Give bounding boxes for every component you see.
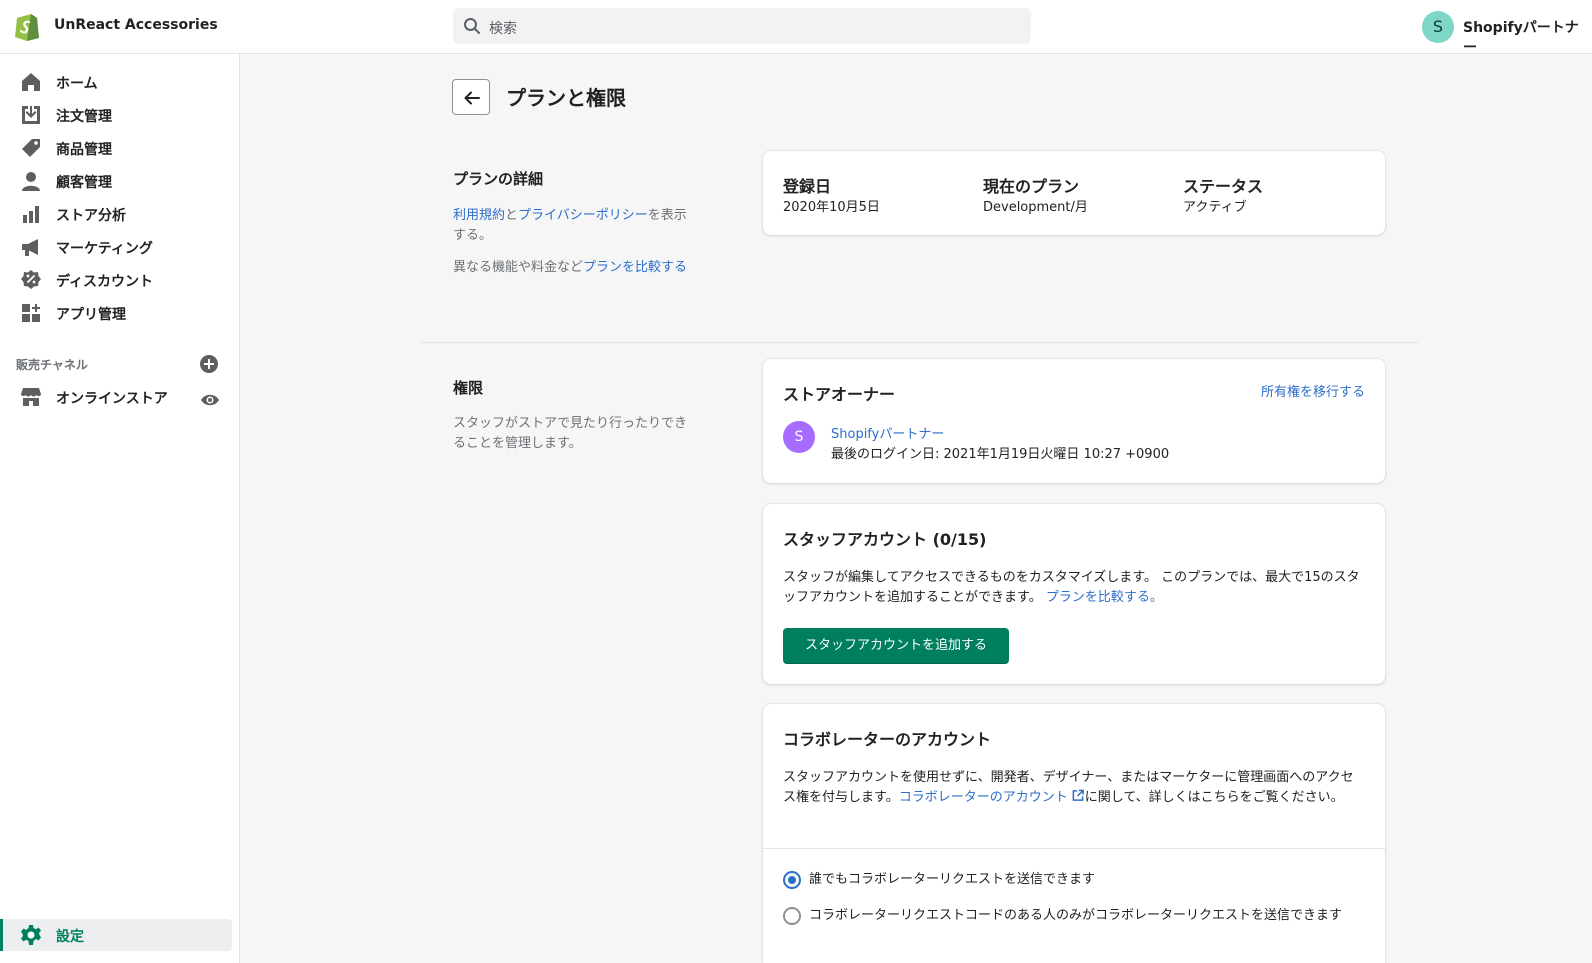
plan-summary-card: 登録日 2020年10月5日 現在のプラン Development/月 ステータ… xyxy=(763,151,1385,235)
sidebar-item-apps[interactable]: アプリ管理 xyxy=(16,297,232,329)
sidebar-item-label: ディスカウント xyxy=(56,274,154,290)
user-avatar[interactable]: S xyxy=(1422,11,1454,43)
store-name[interactable]: UnReact Accessories xyxy=(54,17,218,33)
sidebar-item-settings[interactable]: 設定 xyxy=(0,919,232,951)
store-owner-card: ストアオーナー 所有権を移行する S Shopifyパートナー 最後のログイン日… xyxy=(763,359,1385,483)
discount-icon xyxy=(21,270,41,289)
sidebar-item-discounts[interactable]: ディスカウント xyxy=(16,264,232,296)
user-name[interactable]: Shopifyパートナー xyxy=(1463,17,1592,57)
sidebar-item-label: 注文管理 xyxy=(56,109,112,125)
sidebar-item-products[interactable]: 商品管理 xyxy=(16,132,232,164)
staff-accounts-text: スタッフが編集してアクセスできるものをカスタマイズします。 このプランでは、最大… xyxy=(783,568,1365,608)
apps-icon xyxy=(22,304,40,322)
add-staff-account-button[interactable]: スタッフアカウントを追加する xyxy=(783,628,1009,664)
eye-icon[interactable] xyxy=(200,391,220,409)
sidebar-item-label: 商品管理 xyxy=(56,142,112,158)
collaborator-title: コラボレーターのアカウント xyxy=(783,730,992,749)
status-label: ステータス xyxy=(1183,177,1264,196)
owner-name-link[interactable]: Shopifyパートナー xyxy=(831,423,944,442)
radio-anyone-label[interactable]: 誰でもコラボレーターリクエストを送信できます xyxy=(809,870,1365,890)
orders-icon xyxy=(22,106,40,124)
current-plan-value: Development/月 xyxy=(983,200,1088,215)
plan-details-title: プランの詳細 xyxy=(453,170,544,188)
terms-link[interactable]: 利用規約 xyxy=(453,208,505,223)
staff-accounts-title: スタッフアカウント (0/15) xyxy=(783,530,987,549)
card-separator xyxy=(763,848,1385,849)
staff-compare-plans-link[interactable]: プランを比較する。 xyxy=(1046,590,1163,605)
collaborator-text: スタッフアカウントを使用せずに、開発者、デザイナー、またはマーケターに管理画面へ… xyxy=(783,768,1365,808)
permissions-title: 権限 xyxy=(453,379,484,397)
search-icon xyxy=(464,18,480,34)
owner-last-login: 最後のログイン日: 2021年1月19日火曜日 10:27 +0900 xyxy=(831,447,1170,462)
page-title: プランと権限 xyxy=(506,86,626,110)
arrow-left-icon xyxy=(464,91,480,105)
home-icon xyxy=(22,73,40,91)
gear-icon xyxy=(21,925,41,945)
compare-prefix: 異なる機能や料金など xyxy=(453,260,584,275)
collaborator-link-text: コラボレーターのアカウント xyxy=(898,790,1068,805)
sidebar-item-label: 顧客管理 xyxy=(56,175,112,191)
section-divider xyxy=(420,342,1418,343)
external-link-icon xyxy=(1072,789,1084,801)
plan-terms-text: 利用規約とプライバシーポリシーを表示する。 xyxy=(453,206,693,246)
sales-channels-label: 販売チャネル xyxy=(16,358,88,372)
sidebar-item-marketing[interactable]: マーケティング xyxy=(16,231,232,263)
and-text: と xyxy=(505,208,519,223)
back-button[interactable] xyxy=(452,79,490,115)
staff-accounts-card: スタッフアカウント (0/15) スタッフが編集してアクセスできるものをカスタマ… xyxy=(763,504,1385,684)
plan-compare-text: 異なる機能や料金などプランを比較する xyxy=(453,258,693,278)
shopify-logo-icon[interactable] xyxy=(14,11,40,41)
radio-anyone-can-request[interactable] xyxy=(783,871,801,889)
sidebar-item-label: ホーム xyxy=(56,76,98,92)
search-placeholder: 検索 xyxy=(489,21,517,37)
sidebar-item-label: 設定 xyxy=(56,929,84,945)
transfer-ownership-link[interactable]: 所有権を移行する xyxy=(1261,381,1365,400)
registration-date-value: 2020年10月5日 xyxy=(783,200,880,215)
sidebar-item-orders[interactable]: 注文管理 xyxy=(16,99,232,131)
radio-code-required[interactable] xyxy=(783,907,801,925)
store-icon xyxy=(21,388,41,406)
current-plan-label: 現在のプラン xyxy=(983,177,1080,196)
sidebar-item-analytics[interactable]: ストア分析 xyxy=(16,198,232,230)
sidebar-item-label: ストア分析 xyxy=(56,208,126,224)
radio-code-label[interactable]: コラボレーターリクエストコードのある人のみがコラボレーターリクエストを送信できま… xyxy=(809,906,1365,926)
sidebar-item-customers[interactable]: 顧客管理 xyxy=(16,165,232,197)
owner-avatar: S xyxy=(783,421,815,453)
top-bar: UnReact Accessories 検索 S Shopifyパートナー xyxy=(0,0,1592,57)
privacy-policy-link[interactable]: プライバシーポリシー xyxy=(518,208,648,223)
sidebar-item-label: オンラインストア xyxy=(56,391,168,407)
customer-icon xyxy=(22,172,40,191)
plus-circle-icon[interactable] xyxy=(200,355,218,373)
registration-date-label: 登録日 xyxy=(783,177,832,196)
sidebar-item-home[interactable]: ホーム xyxy=(16,66,232,98)
sidebar-item-label: マーケティング xyxy=(56,241,153,257)
status-value: アクティブ xyxy=(1183,200,1247,215)
compare-plans-link[interactable]: プランを比較する xyxy=(583,260,687,275)
collaborator-accounts-link[interactable]: コラボレーターのアカウント xyxy=(898,789,1085,805)
active-indicator xyxy=(0,919,3,951)
collaborator-accounts-card: コラボレーターのアカウント スタッフアカウントを使用せずに、開発者、デザイナー、… xyxy=(763,704,1385,963)
sidebar: ホーム 注文管理 商品管理 顧客管理 ストア分析 マーケティング ディスカウント… xyxy=(0,54,240,963)
permissions-description: スタッフがストアで見たり行ったりできることを管理します。 xyxy=(453,416,688,451)
store-owner-title: ストアオーナー xyxy=(783,385,896,404)
search-input[interactable]: 検索 xyxy=(453,8,1031,44)
sidebar-item-label: アプリ管理 xyxy=(56,307,126,323)
tag-icon xyxy=(22,139,40,157)
collaborator-text-after: に関して、詳しくはこちらをご覧ください。 xyxy=(1084,790,1344,805)
megaphone-icon xyxy=(22,239,38,256)
analytics-icon xyxy=(23,206,39,223)
